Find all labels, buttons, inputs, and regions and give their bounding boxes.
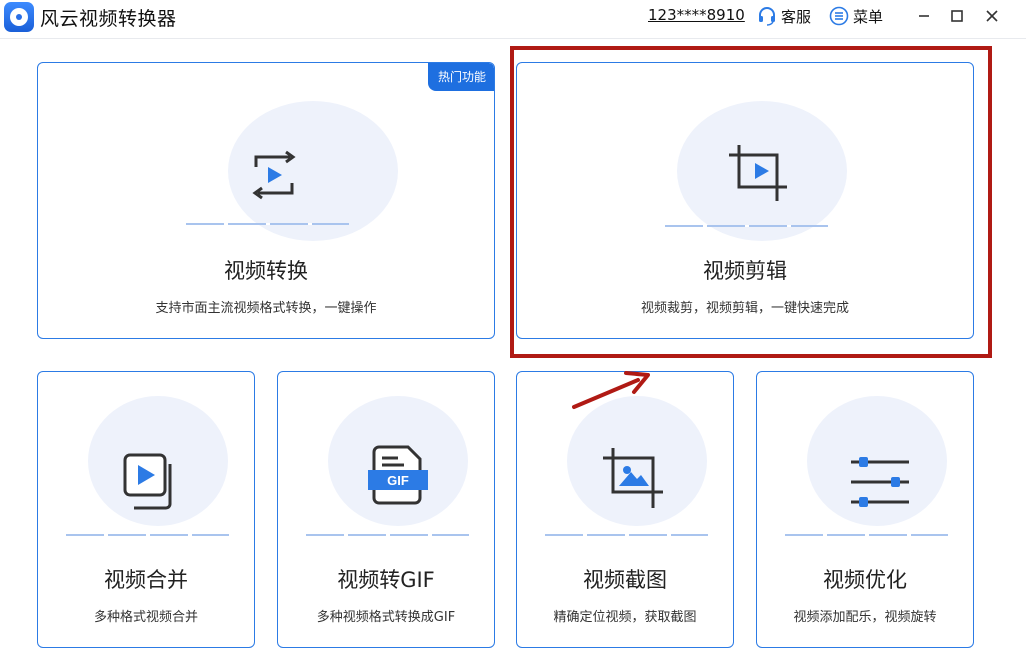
gif-icon: GIF xyxy=(368,445,428,505)
card-description: 视频添加配乐，视频旋转 xyxy=(793,610,937,625)
video-merge-card[interactable]: 视频合并 多种格式视频合并 xyxy=(37,371,255,648)
decor-line xyxy=(306,534,469,536)
decor-line xyxy=(186,223,349,225)
minimize-icon xyxy=(919,15,929,17)
support-button[interactable]: 客服 xyxy=(757,5,811,27)
decor-line xyxy=(785,534,948,536)
menu-label: 菜单 xyxy=(853,7,884,26)
card-title: 视频截图 xyxy=(583,568,667,592)
card-title: 视频优化 xyxy=(823,568,907,592)
card-description: 多种格式视频合并 xyxy=(93,610,198,625)
title-separator xyxy=(0,38,1026,39)
card-title: 视频剪辑 xyxy=(703,259,787,283)
maximize-button[interactable] xyxy=(945,4,969,28)
menu-icon xyxy=(829,6,849,26)
hot-feature-badge: 热门功能 xyxy=(427,63,494,91)
screenshot-icon xyxy=(603,448,663,508)
convert-icon xyxy=(252,150,296,200)
decor-line xyxy=(665,225,828,227)
card-description: 精确定位视频，获取截图 xyxy=(553,610,697,625)
close-icon xyxy=(986,10,998,22)
gif-icon-text: GIF xyxy=(387,473,409,488)
app-title: 风云视频转换器 xyxy=(40,8,177,30)
card-title: 视频转GIF xyxy=(337,568,435,592)
video-convert-card[interactable]: 热门功能 视频转换 支持市面主流视频格式转换，一键操作 xyxy=(37,62,495,339)
card-title: 视频转换 xyxy=(224,259,308,283)
video-to-gif-card[interactable]: GIF 视频转GIF 多种视频格式转换成GIF xyxy=(277,371,495,648)
decor-line xyxy=(66,534,229,536)
headset-icon xyxy=(759,7,775,26)
card-description: 视频裁剪，视频剪辑，一键快速完成 xyxy=(640,301,849,316)
close-button[interactable] xyxy=(980,4,1004,28)
support-label: 客服 xyxy=(781,7,812,26)
video-edit-card[interactable]: 视频剪辑 视频裁剪，视频剪辑，一键快速完成 xyxy=(516,62,974,339)
minimize-button[interactable] xyxy=(912,4,936,28)
card-description: 支持市面主流视频格式转换，一键操作 xyxy=(155,301,377,316)
optimize-icon xyxy=(851,457,909,507)
video-screenshot-card[interactable]: 视频截图 精确定位视频，获取截图 xyxy=(516,371,734,648)
title-bar: 风云视频转换器 123****8910 客服 菜单 xyxy=(0,0,1026,36)
video-optimize-card[interactable]: 视频优化 视频添加配乐，视频旋转 xyxy=(756,371,974,648)
annotation-arrow-icon xyxy=(572,371,650,409)
decor-line xyxy=(545,534,708,536)
maximize-icon xyxy=(951,10,963,22)
card-title: 视频合并 xyxy=(104,568,188,592)
account-link[interactable]: 123****8910 xyxy=(648,6,745,24)
menu-button[interactable]: 菜单 xyxy=(829,5,883,27)
app-logo-icon xyxy=(4,2,34,32)
crop-icon xyxy=(729,145,787,201)
merge-icon xyxy=(123,453,172,510)
card-description: 多种视频格式转换成GIF xyxy=(316,610,456,625)
